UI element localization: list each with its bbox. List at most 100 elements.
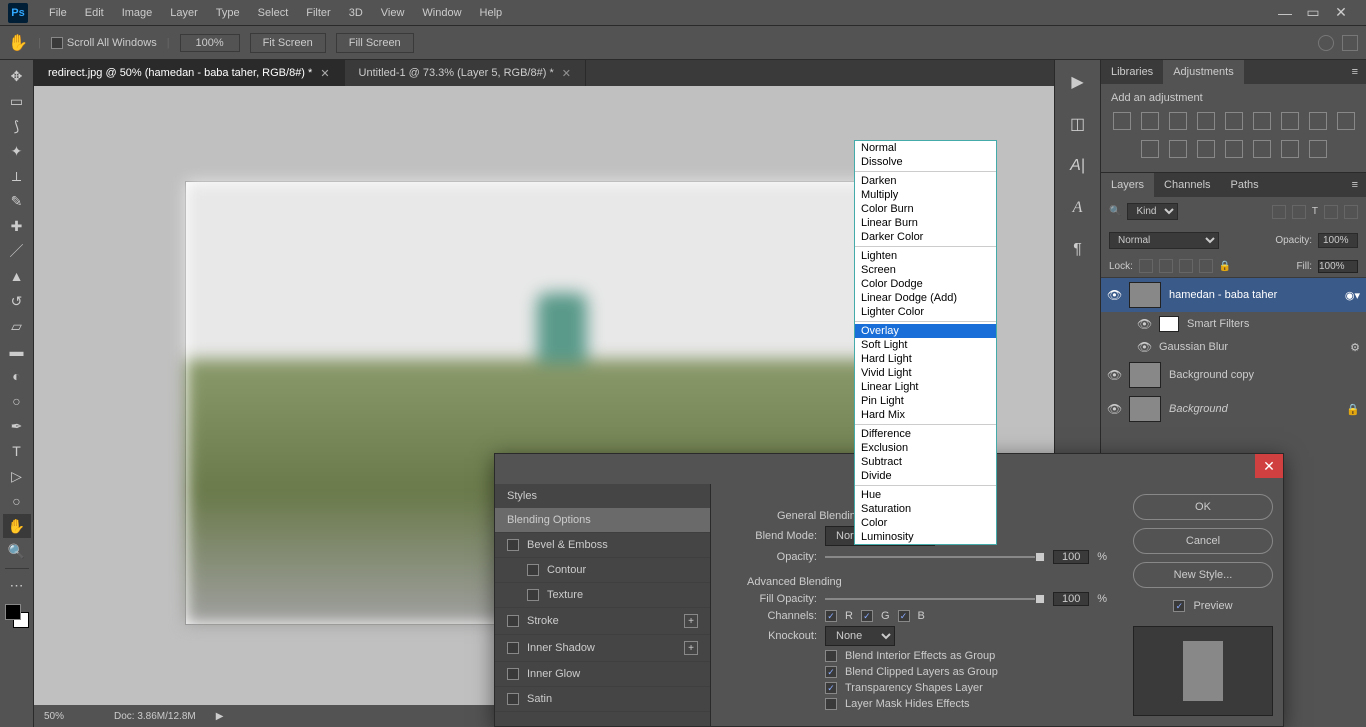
opacity-value[interactable] (1053, 550, 1089, 564)
adjustment-icon[interactable] (1197, 140, 1215, 158)
adjustment-icon[interactable] (1141, 112, 1159, 130)
menu-edit[interactable]: Edit (76, 3, 113, 23)
lasso-tool[interactable]: ⟆ (3, 114, 31, 138)
blend-mode-option[interactable]: Saturation (855, 502, 996, 516)
status-chevron-icon[interactable]: ▶ (216, 711, 224, 722)
blend-option-checkbox[interactable] (825, 698, 837, 710)
menu-select[interactable]: Select (249, 3, 298, 23)
clone-tool[interactable]: ▲ (3, 264, 31, 288)
panel-menu-icon[interactable]: ≡ (1344, 60, 1366, 84)
blend-mode-option[interactable]: Pin Light (855, 394, 996, 408)
fit-screen-button[interactable]: Fit Screen (250, 33, 326, 53)
style-category[interactable]: Texture (495, 583, 710, 608)
status-zoom[interactable] (44, 711, 94, 722)
blend-mode-option[interactable]: Subtract (855, 455, 996, 469)
blend-mode-option[interactable]: Darker Color (855, 230, 996, 244)
menu-type[interactable]: Type (207, 3, 249, 23)
layer-row[interactable]: 👁hamedan - baba taher◉▾ (1101, 278, 1366, 312)
filter-pixel-icon[interactable] (1272, 205, 1286, 219)
blend-mode-option[interactable]: Color Burn (855, 202, 996, 216)
style-checkbox[interactable] (527, 564, 539, 576)
blend-mode-option[interactable]: Exclusion (855, 441, 996, 455)
style-category[interactable]: Inner Glow (495, 662, 710, 687)
preview-checkbox[interactable] (1173, 600, 1185, 612)
lock-all-icon[interactable]: 🔒 (1219, 261, 1231, 272)
style-checkbox[interactable] (507, 693, 519, 705)
brush-tool[interactable]: ／ (3, 239, 31, 263)
adjustment-icon[interactable] (1281, 140, 1299, 158)
layers-menu-icon[interactable]: ≡ (1344, 173, 1366, 197)
style-checkbox[interactable] (507, 615, 519, 627)
channel-r-checkbox[interactable] (825, 610, 837, 622)
adjustment-icon[interactable] (1253, 140, 1271, 158)
style-category[interactable]: Blending Options (495, 508, 710, 533)
blend-mode-option[interactable]: Normal (855, 141, 996, 155)
glyphs-icon[interactable]: A (1064, 194, 1092, 222)
fill-opacity-value[interactable] (1053, 592, 1089, 606)
window-maximize[interactable]: ▭ (1306, 6, 1320, 20)
blend-mode-option[interactable]: Difference (855, 427, 996, 441)
style-category[interactable]: Inner Shadow+ (495, 635, 710, 662)
blend-mode-option[interactable]: Divide (855, 469, 996, 483)
blend-mode-option[interactable]: Hue (855, 488, 996, 502)
blend-option-checkbox[interactable] (825, 666, 837, 678)
lock-transparent-icon[interactable] (1139, 259, 1153, 273)
adjustment-icon[interactable] (1253, 112, 1271, 130)
shape-tool[interactable]: ○ (3, 489, 31, 513)
menu-filter[interactable]: Filter (297, 3, 339, 23)
style-category[interactable]: Stroke+ (495, 608, 710, 635)
blend-mode-option[interactable]: Screen (855, 263, 996, 277)
filter-adj-icon[interactable] (1292, 205, 1306, 219)
cancel-button[interactable]: Cancel (1133, 528, 1273, 554)
filter-shape-icon[interactable] (1324, 205, 1338, 219)
menu-window[interactable]: Window (413, 3, 470, 23)
style-checkbox[interactable] (507, 668, 519, 680)
adjustment-icon[interactable] (1169, 140, 1187, 158)
blend-mode-option[interactable]: Vivid Light (855, 366, 996, 380)
blend-mode-select[interactable]: Normal (1109, 232, 1219, 249)
blend-mode-option[interactable]: Dissolve (855, 155, 996, 169)
healing-tool[interactable]: ✚ (3, 214, 31, 238)
adjustment-icon[interactable] (1309, 140, 1327, 158)
play-icon[interactable]: ▶ (1064, 68, 1092, 96)
style-checkbox[interactable] (527, 589, 539, 601)
blur-tool[interactable]: ◐ (3, 364, 31, 388)
type-tool[interactable]: T (3, 439, 31, 463)
channel-b-checkbox[interactable] (898, 610, 910, 622)
tab-libraries[interactable]: Libraries (1101, 60, 1163, 84)
channel-g-checkbox[interactable] (861, 610, 873, 622)
blend-mode-option[interactable]: Linear Burn (855, 216, 996, 230)
blend-mode-option[interactable]: Soft Light (855, 338, 996, 352)
blend-mode-option[interactable]: Darken (855, 174, 996, 188)
lock-artboard-icon[interactable] (1199, 259, 1213, 273)
adjustment-icon[interactable] (1225, 112, 1243, 130)
styles-heading[interactable]: Styles (495, 484, 710, 508)
eyedropper-tool[interactable]: ✎ (3, 189, 31, 213)
add-effect-icon[interactable]: + (684, 641, 698, 655)
tab-adjustments[interactable]: Adjustments (1163, 60, 1244, 84)
visibility-icon[interactable]: 👁 (1107, 288, 1121, 302)
adjustment-icon[interactable] (1225, 140, 1243, 158)
new-style-button[interactable]: New Style... (1133, 562, 1273, 588)
marquee-tool[interactable]: ▭ (3, 89, 31, 113)
fill-opacity-slider[interactable] (825, 598, 1045, 600)
dodge-tool[interactable]: ○ (3, 389, 31, 413)
adjustment-icon[interactable] (1281, 112, 1299, 130)
blend-mode-option[interactable]: Hard Light (855, 352, 996, 366)
adjustment-icon[interactable] (1113, 112, 1131, 130)
edit-toolbar[interactable]: ⋯ (3, 573, 31, 597)
blend-mode-option[interactable]: Multiply (855, 188, 996, 202)
gradient-tool[interactable]: ▬ (3, 339, 31, 363)
style-category[interactable]: Bevel & Emboss (495, 533, 710, 558)
menu-view[interactable]: View (372, 3, 414, 23)
lock-image-icon[interactable] (1159, 259, 1173, 273)
window-minimize[interactable]: — (1278, 6, 1292, 20)
blend-option-checkbox[interactable] (825, 650, 837, 662)
blend-mode-option[interactable]: Overlay (855, 324, 996, 338)
style-checkbox[interactable] (507, 539, 519, 551)
history-brush-tool[interactable]: ↺ (3, 289, 31, 313)
eraser-tool[interactable]: ▱ (3, 314, 31, 338)
menu-help[interactable]: Help (471, 3, 512, 23)
path-select-tool[interactable]: ▷ (3, 464, 31, 488)
lock-position-icon[interactable] (1179, 259, 1193, 273)
